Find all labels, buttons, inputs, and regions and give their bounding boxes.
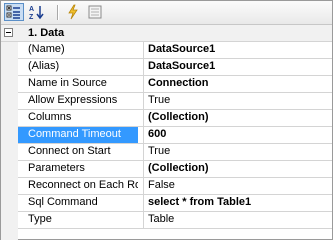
categorized-icon [6, 5, 20, 19]
svg-text:Z: Z [29, 14, 34, 20]
property-value[interactable]: 600 [143, 127, 332, 143]
property-name: Type [28, 213, 52, 225]
property-row-alias[interactable]: (Alias) DataSource1 [18, 59, 332, 76]
property-grid: A Z 1. Data (Name) DataSource1 (Alias) D… [0, 0, 333, 240]
property-name: Allow Expressions [28, 94, 118, 106]
property-value[interactable]: Connection [143, 76, 332, 92]
property-name: Columns [28, 111, 72, 123]
toolbar-separator [57, 5, 59, 20]
property-name: Connect on Start [28, 145, 111, 157]
property-row-connect-on-start[interactable]: Connect on Start True [18, 144, 332, 161]
property-name: (Name) [28, 43, 65, 55]
property-name: (Alias) [28, 60, 60, 72]
property-name: Parameters [28, 162, 85, 174]
events-button[interactable] [63, 3, 83, 21]
property-name: Command Timeout [18, 127, 138, 143]
grid-left-margin [1, 42, 18, 240]
property-row-name[interactable]: (Name) DataSource1 [18, 42, 332, 59]
property-name: Sql Command [28, 196, 98, 208]
property-row-reconnect[interactable]: Reconnect on Each Row False [18, 178, 332, 195]
property-row-columns[interactable]: Columns (Collection) [18, 110, 332, 127]
collapse-icon[interactable] [4, 28, 13, 37]
property-value[interactable]: Table [143, 212, 332, 228]
categorized-view-button[interactable] [4, 3, 24, 21]
property-row-name-in-source[interactable]: Name in Source Connection [18, 76, 332, 93]
alphabetical-sort-button[interactable]: A Z [26, 3, 46, 21]
property-row-type[interactable]: Type Table [18, 212, 332, 229]
property-value[interactable]: select * from Table1 [143, 195, 332, 211]
property-value[interactable]: (Collection) [143, 110, 332, 126]
property-list: (Name) DataSource1 (Alias) DataSource1 N… [18, 42, 332, 229]
property-row-allow-expressions[interactable]: Allow Expressions True [18, 93, 332, 110]
property-value[interactable]: True [143, 144, 332, 160]
property-grid-toolbar: A Z [1, 1, 332, 25]
category-label: 1. Data [28, 27, 65, 39]
property-value[interactable]: True [143, 93, 332, 109]
property-row-parameters[interactable]: Parameters (Collection) [18, 161, 332, 178]
property-row-command-timeout[interactable]: Command Timeout 600 [18, 127, 332, 144]
property-row-sql-command[interactable]: Sql Command select * from Table1 [18, 195, 332, 212]
property-name: Name in Source [28, 77, 107, 89]
sort-az-icon: A Z [29, 6, 44, 20]
property-pages-icon [88, 5, 102, 19]
property-pages-button[interactable] [85, 3, 105, 21]
property-value[interactable]: False [143, 178, 332, 194]
property-value[interactable]: DataSource1 [143, 42, 332, 58]
svg-text:A: A [29, 6, 34, 13]
lightning-icon [68, 4, 78, 20]
category-row[interactable]: 1. Data [1, 25, 332, 42]
property-value[interactable]: (Collection) [143, 161, 332, 177]
property-name: Reconnect on Each Row [28, 179, 138, 191]
property-value[interactable]: DataSource1 [143, 59, 332, 75]
